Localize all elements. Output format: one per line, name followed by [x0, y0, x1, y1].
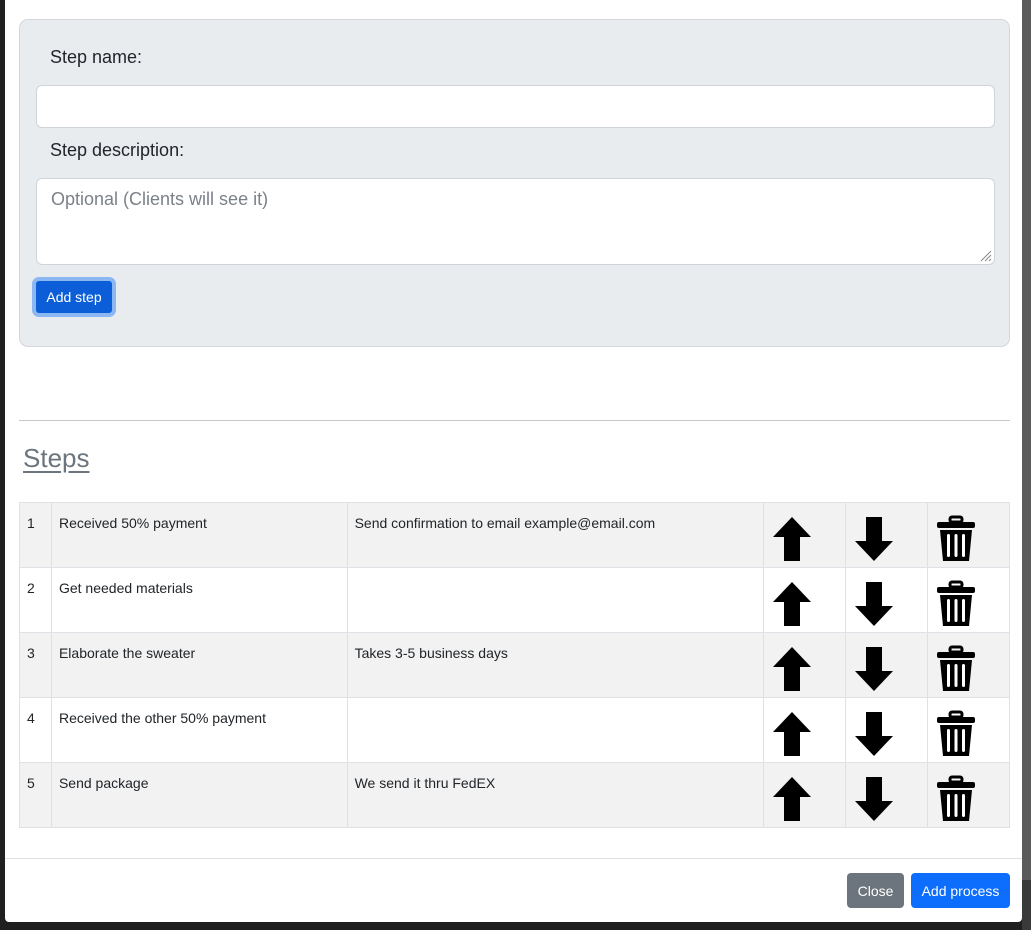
trash-icon[interactable]	[935, 645, 977, 693]
trash-icon[interactable]	[935, 775, 977, 823]
arrow-down-icon[interactable]	[853, 710, 895, 758]
delete-cell	[927, 762, 1010, 828]
step-description: Takes 3-5 business days	[346, 632, 765, 698]
step-name: Received the other 50% payment	[50, 697, 348, 763]
arrow-up-icon[interactable]	[771, 775, 813, 823]
add-process-button[interactable]: Add process	[911, 873, 1010, 908]
step-name: Get needed materials	[50, 567, 348, 633]
arrow-down-icon[interactable]	[853, 645, 895, 693]
move-up-cell	[763, 762, 847, 828]
move-down-cell	[845, 632, 928, 698]
step-name: Received 50% payment	[50, 502, 348, 568]
delete-cell	[927, 632, 1010, 698]
trash-icon[interactable]	[935, 515, 977, 563]
step-description	[346, 697, 765, 763]
move-down-cell	[845, 762, 928, 828]
delete-cell	[927, 697, 1010, 763]
trash-icon[interactable]	[935, 710, 977, 758]
delete-cell	[927, 567, 1010, 633]
table-row: 1 Received 50% payment Send confirmation t…	[19, 502, 1010, 568]
move-up-cell	[763, 567, 847, 633]
arrow-up-icon[interactable]	[771, 710, 813, 758]
section-divider	[19, 420, 1010, 421]
step-number: 4	[19, 697, 52, 763]
add-process-modal: Step name: Step description: Add step St…	[5, 0, 1022, 922]
move-down-cell	[845, 567, 928, 633]
move-down-cell	[845, 697, 928, 763]
add-step-form: Step name: Step description: Add step	[19, 19, 1010, 347]
move-down-cell	[845, 502, 928, 568]
table-row: 3 Elaborate the sweater Takes 3-5 business…	[19, 632, 1010, 698]
steps-table: 1 Received 50% payment Send confirmation t…	[19, 502, 1010, 828]
delete-cell	[927, 502, 1010, 568]
steps-heading[interactable]: Steps	[23, 443, 90, 474]
table-row: 2 Get needed materials	[19, 567, 1010, 633]
step-description-label: Step description:	[50, 140, 185, 160]
arrow-down-icon[interactable]	[853, 515, 895, 563]
arrow-up-icon[interactable]	[771, 580, 813, 628]
step-name-label: Step name:	[50, 47, 143, 67]
trash-icon[interactable]	[935, 580, 977, 628]
arrow-down-icon[interactable]	[853, 775, 895, 823]
step-number: 3	[19, 632, 52, 698]
step-number: 2	[19, 567, 52, 633]
table-row: 4 Received the other 50% payment	[19, 697, 1010, 763]
step-name: Send package	[50, 762, 348, 828]
arrow-down-icon[interactable]	[853, 580, 895, 628]
step-description-textarea[interactable]	[36, 178, 995, 265]
step-number: 5	[19, 762, 52, 828]
step-description	[346, 567, 765, 633]
arrow-up-icon[interactable]	[771, 515, 813, 563]
table-row: 5 Send package We send it thru FedEX	[19, 762, 1010, 828]
move-up-cell	[763, 632, 847, 698]
modal-footer-divider	[5, 858, 1022, 859]
resize-handle-icon[interactable]	[978, 248, 992, 262]
step-name: Elaborate the sweater	[50, 632, 348, 698]
move-up-cell	[763, 697, 847, 763]
close-button[interactable]: Close	[847, 873, 904, 908]
move-up-cell	[763, 502, 847, 568]
step-description: Send confirmation to email example@email…	[346, 502, 765, 568]
step-name-input[interactable]	[36, 85, 995, 128]
arrow-up-icon[interactable]	[771, 645, 813, 693]
modal-backdrop	[1022, 0, 1031, 930]
step-number: 1	[19, 502, 52, 568]
add-step-button[interactable]: Add step	[32, 277, 116, 317]
step-description: We send it thru FedEX	[346, 762, 765, 828]
